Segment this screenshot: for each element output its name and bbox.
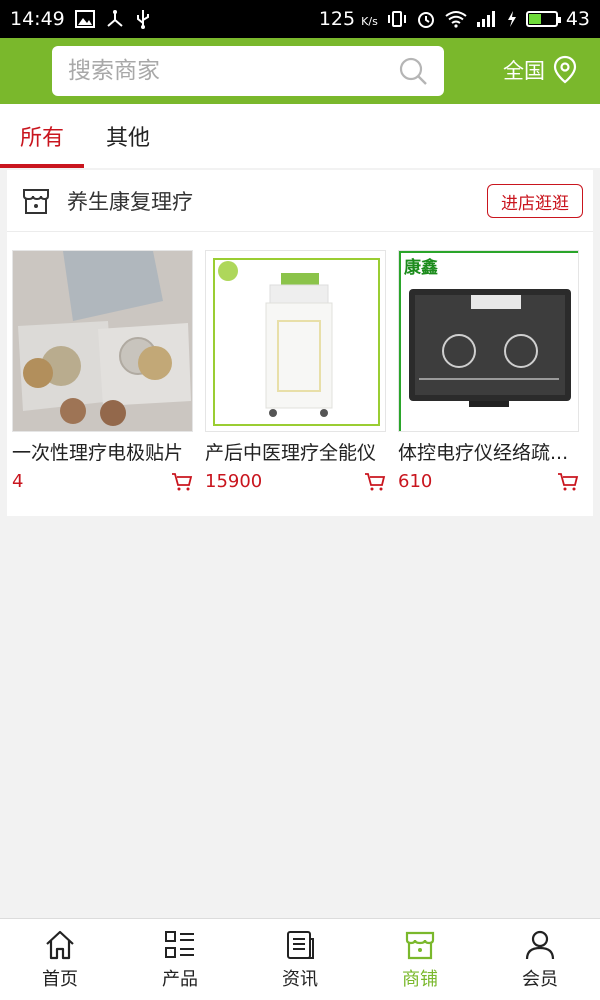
shop-icon	[405, 931, 435, 959]
signal-icon	[476, 10, 498, 28]
nav-label: 产品	[162, 968, 198, 990]
shop-card: 养生康复理疗 进店逛逛 一次性理疗电极贴片 4 产后中医理疗全能仪 15900 …	[7, 170, 593, 516]
share-icon	[105, 10, 125, 28]
nav-label: 首页	[42, 968, 78, 990]
visit-shop-button[interactable]: 进店逛逛	[487, 184, 583, 218]
cart-icon[interactable]	[557, 472, 579, 492]
product-price: 610	[398, 471, 433, 492]
list-icon	[165, 930, 194, 958]
product-name[interactable]: 一次性理疗电极贴片	[12, 438, 193, 465]
product-card[interactable]: 康鑫 体控电疗仪经络疏... 610	[398, 250, 579, 492]
store-icon	[23, 188, 49, 214]
charging-icon	[506, 10, 518, 28]
product-image-therapy-device[interactable]	[205, 250, 386, 432]
network-speed: 125 K/s	[318, 8, 378, 30]
product-brand-text: 康鑫	[404, 258, 438, 278]
cart-icon[interactable]	[171, 472, 193, 492]
nav-member[interactable]: 会员	[480, 919, 600, 1000]
vibrate-icon	[386, 10, 408, 28]
news-icon	[287, 930, 314, 959]
region-label: 全国	[503, 59, 545, 83]
search-input[interactable]	[68, 58, 368, 84]
cart-icon[interactable]	[364, 472, 386, 492]
nav-home[interactable]: 首页	[0, 919, 120, 1000]
shop-name[interactable]: 养生康复理疗	[67, 186, 193, 216]
status-bar: 14:49 125 K/s 43	[0, 0, 600, 38]
bottom-navigation: 首页 产品 资讯 商铺 会员	[0, 918, 600, 1000]
home-icon	[46, 930, 74, 959]
wifi-icon	[444, 10, 468, 28]
category-tabs: 所有 其他	[0, 104, 600, 168]
battery-icon	[525, 11, 561, 27]
nav-news[interactable]: 资讯	[240, 919, 360, 1000]
region-selector[interactable]: 全国	[503, 55, 579, 85]
nav-label: 会员	[522, 968, 558, 990]
price-row: 610	[398, 471, 579, 492]
nav-products[interactable]: 产品	[120, 919, 240, 1000]
active-tab-indicator	[0, 164, 84, 168]
product-image-electrotherapy-case[interactable]: 康鑫	[398, 250, 579, 432]
tab-other[interactable]: 其他	[88, 104, 168, 168]
product-list: 一次性理疗电极贴片 4 产后中医理疗全能仪 15900 康鑫 体控电疗仪经络疏.…	[12, 250, 579, 492]
price-row: 15900	[205, 471, 386, 492]
product-name[interactable]: 体控电疗仪经络疏...	[398, 438, 579, 465]
nav-label: 资讯	[282, 968, 318, 990]
top-bar: 全国	[0, 38, 600, 104]
nav-label: 商铺	[402, 968, 438, 990]
clock: 14:49	[10, 8, 65, 30]
tab-all[interactable]: 所有	[0, 104, 84, 168]
product-price: 4	[12, 471, 24, 492]
search-icon[interactable]	[398, 56, 428, 86]
product-name[interactable]: 产后中医理疗全能仪	[205, 438, 386, 465]
usb-icon	[135, 9, 151, 29]
price-row: 4	[12, 471, 193, 492]
location-pin-icon	[553, 55, 577, 84]
shop-header: 养生康复理疗 进店逛逛	[7, 170, 593, 232]
nav-shops[interactable]: 商铺	[360, 919, 480, 1000]
product-price: 15900	[205, 471, 263, 492]
search-box[interactable]	[52, 46, 444, 96]
user-icon	[525, 930, 555, 959]
battery-percent: 43	[565, 8, 590, 30]
product-image-electrode-pads[interactable]	[12, 250, 193, 432]
alarm-icon	[416, 9, 436, 29]
image-icon	[74, 10, 95, 28]
product-card[interactable]: 产后中医理疗全能仪 15900	[205, 250, 386, 492]
product-card[interactable]: 一次性理疗电极贴片 4	[12, 250, 193, 492]
